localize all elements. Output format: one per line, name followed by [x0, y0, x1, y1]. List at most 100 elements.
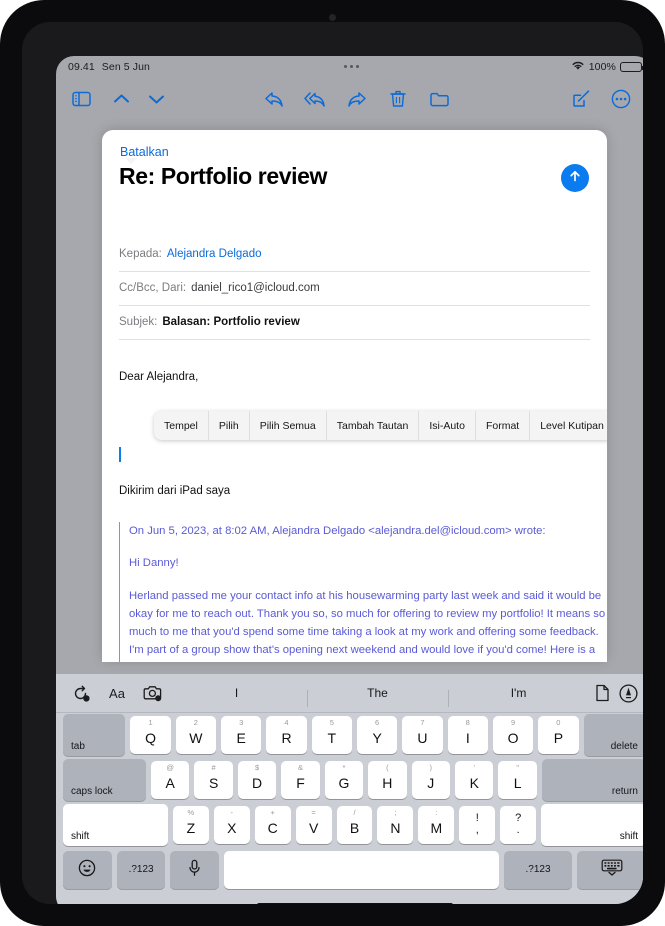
keyboard-row-4: .?123 .?123 — [56, 849, 643, 890]
quote-paragraph: Herland passed me your contact info at h… — [129, 589, 606, 657]
status-bar-left: 09.41 Sen 5 Jun — [68, 61, 150, 73]
key-v[interactable]: = V — [295, 805, 332, 844]
key-period-question[interactable]: ?. — [500, 805, 537, 844]
key-q[interactable]: 1Q — [130, 715, 171, 754]
key-h[interactable]: (H — [368, 760, 407, 799]
mail-toolbar — [56, 78, 643, 120]
device-bezel: 09.41 Sen 5 Jun 100% Batalkan Re: Portfo… — [22, 22, 643, 904]
text-cursor — [119, 447, 121, 462]
undo-icon[interactable] — [68, 680, 94, 706]
quoted-message: On Jun 5, 2023, at 8:02 AM, Alejandra De… — [119, 522, 607, 662]
key-j[interactable]: ) J — [411, 760, 451, 799]
key-e[interactable]: 3E — [221, 715, 262, 754]
key-c[interactable]: + C — [254, 805, 291, 844]
markup-pen-icon[interactable] — [615, 680, 641, 706]
camera-icon[interactable] — [140, 680, 166, 706]
field-row-cc-from[interactable]: Cc/Bcc, Dari: daniel_rico1@icloud.com — [119, 271, 590, 306]
forward-icon[interactable] — [344, 86, 370, 112]
subject-value[interactable]: Balasan: Portfolio review — [162, 316, 299, 328]
document-icon[interactable] — [589, 680, 615, 706]
battery-icon — [620, 61, 643, 73]
popup-item-autofill[interactable]: Isi-Auto — [419, 411, 476, 440]
key-n[interactable]: ; N — [377, 805, 414, 844]
text-edit-popup-menu: Tempel Pilih Pilih Semua Tambah Tautan I… — [154, 411, 607, 440]
popup-item-paste[interactable]: Tempel — [154, 411, 209, 440]
folder-icon[interactable] — [426, 86, 452, 112]
compose-icon[interactable] — [568, 86, 594, 112]
key-numeric-left[interactable]: .?123 — [116, 850, 166, 889]
key-l[interactable]: " L — [498, 760, 537, 799]
key-z[interactable]: % Z — [172, 805, 209, 844]
key-w[interactable]: 2W — [175, 715, 217, 754]
key-numeric-right[interactable]: .?123 — [503, 850, 573, 889]
keyboard-row-1: tab 1Q 2W 3E 4R 5T 6Y 7U 8I 9O 0P delete — [56, 713, 643, 756]
onscreen-keyboard: Aa I The I'm tab 1 Q 2 W 3 E 4 R 5 T 6 Y… — [56, 674, 643, 904]
field-row-to[interactable]: Kepada: Alejandra Delgado — [119, 237, 590, 272]
key-k[interactable]: ' K — [455, 760, 494, 799]
home-indicator[interactable] — [256, 903, 453, 904]
sidebar-toggle-icon[interactable] — [68, 86, 94, 112]
send-arrow-up-icon — [568, 169, 582, 188]
popup-item-select-all[interactable]: Pilih Semua — [250, 411, 327, 440]
key-i[interactable]: 8I — [447, 715, 488, 754]
key-caps-lock[interactable]: caps lock — [63, 758, 146, 801]
key-p[interactable]: 0P — [538, 715, 579, 754]
key-t[interactable]: 5T — [311, 715, 352, 754]
emoji-icon[interactable] — [63, 850, 112, 889]
quote-greeting: Hi Danny! — [129, 557, 179, 570]
compose-title: Re: Portfolio review — [119, 163, 327, 189]
to-label: Kepada: — [119, 248, 162, 260]
key-return[interactable]: return — [541, 758, 643, 801]
key-s[interactable]: # S — [194, 760, 233, 799]
keyboard-row-3: shift % Z -X + C = V / B ; N :M !, ?. shift — [56, 803, 643, 846]
status-bar: 09.41 Sen 5 Jun 100% — [56, 56, 643, 78]
field-row-subject[interactable]: Subjek: Balasan: Portfolio review — [119, 305, 590, 340]
message-body[interactable]: Dear Alejandra, — [119, 371, 594, 389]
chevron-down-icon[interactable] — [143, 86, 169, 112]
cancel-button[interactable]: Batalkan — [120, 145, 169, 159]
reply-all-icon[interactable] — [302, 86, 328, 112]
key-m[interactable]: :M — [418, 805, 455, 844]
subject-label: Subjek: — [119, 316, 158, 328]
key-a[interactable]: @ A — [150, 760, 190, 799]
popup-item-quote-level[interactable]: Level Kutipan — [530, 411, 607, 440]
key-u[interactable]: 7U — [402, 715, 443, 754]
chevron-up-icon[interactable] — [108, 86, 134, 112]
ipad-screen: 09.41 Sen 5 Jun 100% Batalkan Re: Portfo… — [56, 56, 643, 904]
key-b[interactable]: / B — [336, 805, 373, 844]
key-x[interactable]: -X — [213, 805, 250, 844]
popup-item-format[interactable]: Format — [476, 411, 531, 440]
key-tab[interactable]: tab — [63, 713, 126, 756]
text-format-button[interactable]: Aa — [104, 680, 130, 706]
key-shift-right[interactable]: shift — [541, 803, 643, 846]
key-delete[interactable]: delete — [583, 713, 643, 756]
key-g[interactable]: * G — [324, 760, 364, 799]
suggestion-0[interactable]: I — [166, 686, 307, 700]
suggestion-2[interactable]: I'm — [448, 686, 589, 707]
multitasking-dots[interactable] — [344, 65, 359, 68]
send-button[interactable] — [561, 164, 589, 192]
key-y[interactable]: 6Y — [356, 715, 398, 754]
key-f[interactable]: & F — [281, 760, 320, 799]
body-greeting: Dear Alejandra, — [119, 371, 199, 383]
keyboard-dismiss-icon[interactable] — [577, 850, 643, 889]
popup-item-add-link[interactable]: Tambah Tautan — [327, 411, 420, 440]
from-address[interactable]: daniel_rico1@icloud.com — [191, 282, 320, 294]
key-o[interactable]: 9O — [492, 715, 534, 754]
trash-icon[interactable] — [385, 86, 411, 112]
signature-text: Dikirim dari iPad saya — [119, 485, 231, 497]
reply-icon[interactable] — [261, 86, 287, 112]
key-comma-exclamation[interactable]: !, — [459, 805, 496, 844]
key-d[interactable]: $ D — [237, 760, 277, 799]
front-camera-dot — [329, 14, 336, 21]
microphone-icon[interactable] — [170, 850, 220, 889]
keyboard-row-2: caps lock @ A # S $ D & F * G (H ) J ' K " L ret… — [56, 758, 643, 801]
more-ellipsis-icon[interactable] — [608, 86, 634, 112]
key-shift-left[interactable]: shift — [63, 803, 168, 846]
predictive-text-bar: Aa I The I'm — [56, 674, 643, 713]
key-r[interactable]: 4R — [266, 715, 307, 754]
popup-item-select[interactable]: Pilih — [209, 411, 250, 440]
suggestion-1[interactable]: The — [307, 686, 448, 707]
to-recipient[interactable]: Alejandra Delgado — [167, 248, 262, 260]
key-space[interactable] — [224, 850, 499, 889]
